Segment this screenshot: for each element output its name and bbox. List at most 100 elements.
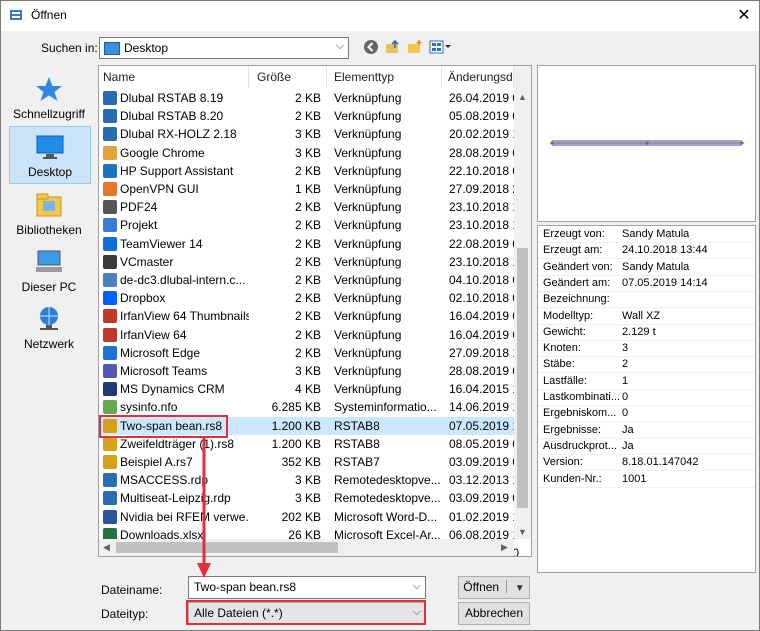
file-row[interactable]: Microsoft Edge 2 KB Verknüpfung 27.09.2018 … [99, 344, 519, 362]
new-folder-icon[interactable] [407, 39, 423, 55]
column-header-date[interactable]: Änderungsda [444, 66, 514, 88]
file-name: Dlubal RX-HOLZ 2.18 [103, 125, 249, 143]
view-menu-icon[interactable] [429, 39, 453, 55]
file-row[interactable]: TeamViewer 14 2 KB Verknüpfung 22.08.2019 0… [99, 235, 519, 253]
file-date: 28.08.2019 07 [449, 364, 519, 378]
file-row[interactable]: IrfanView 64 Thumbnails 2 KB Verknüpfung 16… [99, 307, 519, 325]
property-key: Ergebnisse: [543, 423, 602, 436]
file-row[interactable]: Multiseat-Leipzig.rdp 3 KB Remotedesktopve… [99, 489, 519, 507]
place-label: Bibliotheken [16, 223, 82, 237]
scroll-right-icon[interactable]: ▶ [501, 542, 508, 553]
property-key: Ergebniskom... [543, 407, 617, 420]
scroll-thumb[interactable] [116, 542, 338, 553]
file-row[interactable]: Dlubal RX-HOLZ 2.18 3 KB Verknüpfung 20.02.… [99, 125, 519, 143]
file-row[interactable]: HP Support Assistant 2 KB Verknüpfung 22.10… [99, 162, 519, 180]
horizontal-scrollbar[interactable]: ◀ ▶ [99, 539, 514, 556]
file-name-text: MSACCESS.rdp [120, 473, 209, 488]
file-row[interactable]: Nvidia bei RFEM verwe... 202 KB Microsoft … [99, 508, 519, 526]
file-icon [103, 382, 117, 397]
file-row[interactable]: MSACCESS.rdp 3 KB Remotedesktopve... 03.12.… [99, 471, 519, 489]
file-size: 2 KB [294, 254, 321, 269]
file-icon [103, 309, 117, 324]
property-row: Bezeichnung: [538, 291, 755, 309]
file-row[interactable]: Projekt 2 KB Verknüpfung 23.10.2018 11 [99, 216, 519, 234]
library-icon [36, 193, 62, 217]
property-row: Erzeugt am: 24.10.2018 13:44 [538, 242, 755, 260]
cancel-label: Abbrechen [464, 606, 524, 620]
cancel-button[interactable]: Abbrechen [458, 602, 530, 625]
file-name: Dlubal RSTAB 8.20 [103, 107, 249, 125]
open-label: Öffnen [463, 580, 500, 594]
scroll-thumb[interactable] [517, 248, 528, 508]
file-row[interactable]: sysinfo.nfo 6.285 KB Systeminformatio... 14… [99, 398, 519, 416]
scroll-left-icon[interactable]: ◀ [103, 542, 110, 553]
file-name: Nvidia bei RFEM verwe... [103, 508, 249, 526]
annotation-arrow-icon [197, 437, 211, 578]
lookin-label: Suchen in: [41, 41, 98, 55]
place-desktop[interactable]: Desktop [9, 126, 91, 184]
file-icon [103, 127, 117, 142]
file-row[interactable]: Dlubal RSTAB 8.19 2 KB Verknüpfung 26.04.20… [99, 89, 519, 107]
property-value: 24.10.2018 13:44 [622, 244, 708, 257]
file-row[interactable]: Zweifeldträger (1).rs8 1.200 KB RSTAB8 08.0… [99, 435, 519, 453]
up-folder-icon[interactable] [385, 39, 401, 55]
place-label: Dieser PC [21, 280, 77, 294]
file-name-text: Beispiel A.rs7 [120, 455, 193, 469]
column-header-name[interactable]: Name [99, 66, 249, 88]
place-libraries[interactable]: Bibliotheken [9, 185, 89, 241]
vertical-scrollbar[interactable]: ▲ ▼ [514, 66, 531, 539]
properties-pane: Erzeugt von: Sandy Matula Erzeugt am: 24.10… [537, 225, 756, 573]
file-row[interactable]: Two-span bean.rs8 1.200 KB RSTAB8 07.05.201… [99, 416, 519, 435]
file-row[interactable]: PDF24 2 KB Verknüpfung 23.10.2018 13 [99, 198, 519, 216]
file-type: RSTAB8 [334, 436, 380, 451]
scroll-up-icon[interactable]: ▲ [518, 92, 527, 102]
file-size: 2 KB [294, 345, 321, 360]
column-header-size[interactable]: Größe [253, 66, 327, 88]
location-dropdown[interactable]: Desktop ⌵ [99, 37, 349, 59]
file-row[interactable]: MS Dynamics CRM 4 KB Verknüpfung 16.04.2015… [99, 380, 519, 398]
file-type: Verknüpfung [334, 182, 402, 196]
file-icon [103, 400, 117, 415]
file-list[interactable]: Name Größe Elementtyp Änderungsda Dlubal… [98, 65, 532, 557]
file-name-text: OpenVPN GUI [120, 182, 199, 196]
file-row[interactable]: de-dc3.dlubal-intern.c... 2 KB Verknüpfung… [99, 271, 519, 289]
file-row[interactable]: Microsoft Teams 3 KB Verknüpfung 28.08.2019… [99, 362, 519, 380]
window-title: Öffnen [31, 8, 67, 22]
file-name-text: Zweifeldträger (1).rs8 [120, 436, 235, 451]
filetype-dropdown[interactable]: Alle Dateien (*.*) ⌵ [188, 602, 426, 625]
file-name-text: PDF24 [120, 200, 158, 215]
file-name: IrfanView 64 [103, 326, 249, 344]
file-type: Verknüpfung [334, 364, 402, 378]
back-icon[interactable] [363, 39, 379, 55]
column-header-type[interactable]: Elementtyp [330, 66, 442, 88]
filename-input[interactable]: Two-span bean.rs8 ⌵ [188, 576, 426, 599]
chevron-down-icon[interactable]: ⌵ [413, 580, 421, 593]
place-quick-access[interactable]: Schnellzugriff [9, 69, 89, 125]
file-row[interactable]: IrfanView 64 2 KB Verknüpfung 16.04.2019 09 [99, 326, 519, 344]
place-network[interactable]: Netzwerk [9, 299, 89, 355]
property-value: Sandy Matula [622, 228, 690, 240]
file-type: Microsoft Word-D... [334, 509, 438, 524]
file-size: 3 KB [294, 473, 321, 488]
open-button[interactable]: Öffnen ▼ [458, 576, 530, 599]
scroll-down-icon[interactable]: ▼ [518, 527, 527, 537]
file-row[interactable]: OpenVPN GUI 1 KB Verknüpfung 27.09.2018 21 [99, 180, 519, 198]
file-row[interactable]: Dlubal RSTAB 8.20 2 KB Verknüpfung 05.08.20… [99, 107, 519, 125]
title-bar: Öffnen ✕ [1, 1, 759, 31]
file-row[interactable]: Google Chrome 3 KB Verknüpfung 28.08.2019 0… [99, 144, 519, 162]
file-row[interactable]: VCmaster 2 KB Verknüpfung 23.10.2018 11 [99, 253, 519, 271]
place-this-pc[interactable]: Dieser PC [9, 242, 89, 298]
file-name-text: de-dc3.dlubal-intern.c... [120, 273, 246, 287]
file-row[interactable]: Dropbox 2 KB Verknüpfung 02.10.2018 08 [99, 289, 519, 307]
file-size: 1.200 KB [271, 418, 321, 433]
property-key: Gewicht: [543, 325, 586, 338]
open-options-chevron-icon[interactable]: ▼ [515, 583, 525, 594]
file-size: 2 KB [294, 236, 321, 251]
close-button[interactable]: ✕ [733, 5, 755, 27]
property-row: Gewicht: 2.129 t [538, 324, 755, 341]
file-icon [103, 509, 117, 524]
property-value: 07.05.2019 14:14 [622, 276, 708, 289]
file-date: 27.09.2018 11 [449, 345, 519, 360]
file-row[interactable]: Beispiel A.rs7 352 KB RSTAB7 03.09.2019 08 [99, 453, 519, 471]
file-date: 03.09.2019 08 [449, 455, 519, 469]
